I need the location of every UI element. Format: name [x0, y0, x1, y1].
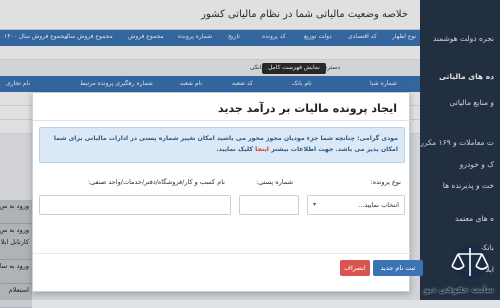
- file-type-label: نوع پرونده:: [370, 178, 401, 186]
- postal-code-label: شماره پستی:: [256, 178, 293, 186]
- alert-link[interactable]: اینجا: [255, 146, 269, 153]
- info-alert: مودی گرامی: چنانچه شما جزء مودیان مجوز م…: [39, 127, 405, 163]
- new-income-tax-file-modal: ایجاد پرونده مالیات بر درآمد جدید مودی گ…: [32, 92, 423, 292]
- modal-title: ایجاد پرونده مالیات بر درآمد جدید: [218, 102, 397, 115]
- business-name-input[interactable]: [39, 195, 231, 215]
- chevron-down-icon: ▾: [313, 201, 317, 208]
- business-name-label: نام کسب و کار/فروشگاه/دفتر/خدمات/واحد صن…: [87, 178, 225, 186]
- cancel-button[interactable]: انصراف: [340, 260, 370, 276]
- file-type-select[interactable]: انتخاب نمایید... ▾: [307, 195, 405, 215]
- divider: [33, 253, 411, 254]
- postal-code-input[interactable]: [239, 195, 299, 215]
- alert-text: مودی گرامی: چنانچه شما جزء مودیان مجوز م…: [48, 133, 398, 155]
- file-type-value: انتخاب نمایید...: [358, 201, 399, 209]
- app-window: نجره دولت هوشمند ده های مالیاتی و منابع …: [0, 0, 500, 308]
- site-watermark: سایت حقوقی دیو: [396, 240, 496, 296]
- watermark-text: سایت حقوقی دیو: [424, 285, 494, 294]
- divider: [33, 120, 411, 121]
- alert-suffix: کلیک نمایید.: [216, 146, 253, 153]
